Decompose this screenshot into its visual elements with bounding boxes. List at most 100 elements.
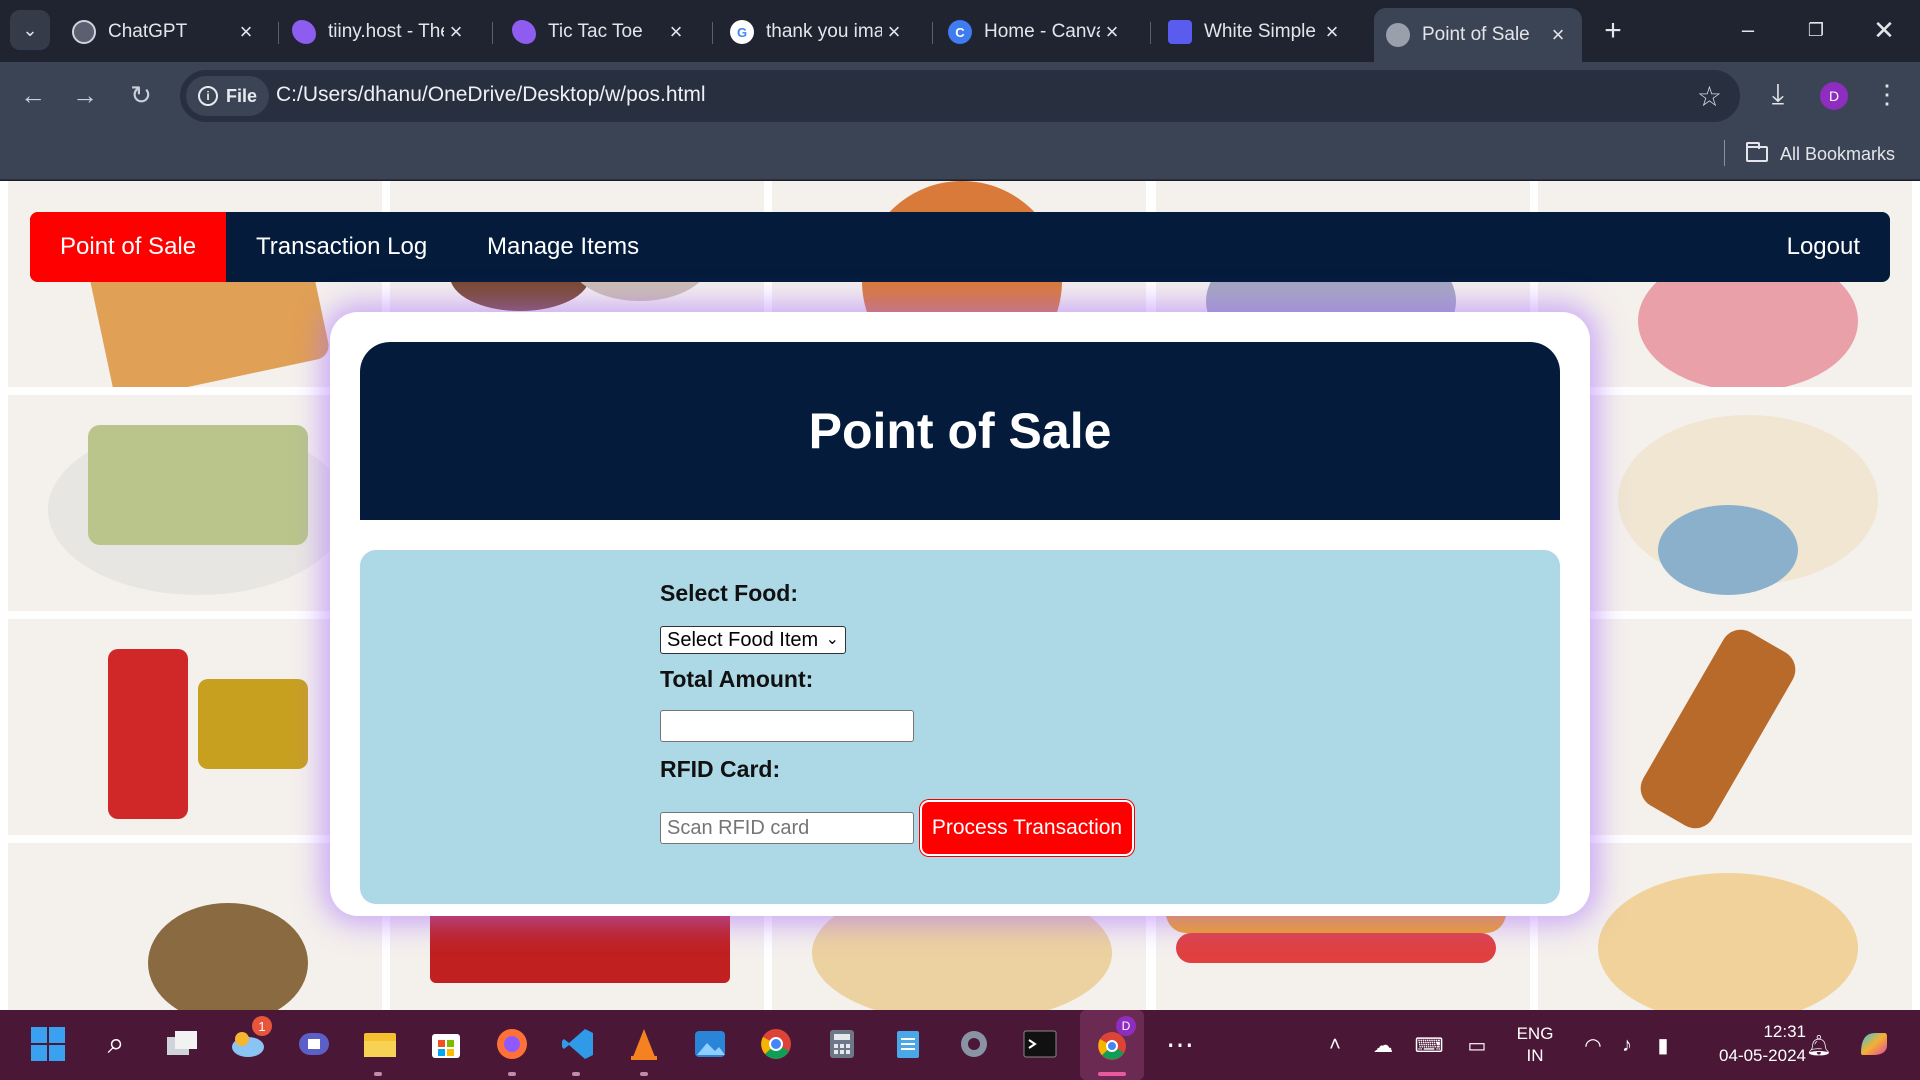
background-photo (8, 843, 382, 1010)
chrome-profile-icon[interactable]: D (1090, 1016, 1136, 1066)
profile-avatar[interactable]: D (1820, 82, 1848, 110)
close-icon[interactable]: × (1320, 19, 1344, 45)
notification-bell-icon[interactable]: 🔔︎ (1806, 1032, 1832, 1058)
tab-white-simple[interactable]: White Simple × (1156, 10, 1356, 54)
tab-title: Point of Sale (1422, 24, 1530, 45)
background-photo (8, 619, 382, 835)
close-icon[interactable]: × (234, 19, 258, 45)
running-indicator (508, 1072, 516, 1076)
window-close-icon[interactable]: ✕ (1856, 8, 1912, 52)
search-icon[interactable]: ⌕ (94, 1022, 138, 1066)
keyboard-icon[interactable]: ⌨ (1415, 1032, 1444, 1058)
terminal-icon[interactable] (1018, 1022, 1062, 1066)
onedrive-icon[interactable]: ☁ (1370, 1032, 1396, 1058)
file-explorer-icon[interactable] (358, 1022, 402, 1066)
photos-icon[interactable] (688, 1022, 732, 1066)
all-bookmarks-label: All Bookmarks (1780, 143, 1896, 164)
vscode-icon[interactable] (556, 1022, 600, 1066)
language-indicator[interactable]: ENG (1508, 1024, 1562, 1044)
chrome-icon[interactable] (754, 1022, 798, 1066)
forward-icon[interactable]: → (64, 74, 106, 116)
running-indicator (640, 1072, 648, 1076)
page-title: Point of Sale (808, 403, 1112, 459)
new-tab-icon[interactable]: + (1594, 12, 1632, 50)
logout-link[interactable]: Logout (1787, 212, 1860, 282)
tab-title: White Simple (1204, 21, 1316, 42)
tab-title: tiiny.host - The (328, 21, 444, 42)
tab-separator (492, 22, 493, 44)
tab-canva[interactable]: C Home - Canva × (936, 10, 1136, 54)
tab-title: Tic Tac Toe (548, 21, 643, 42)
vlc-icon[interactable] (622, 1022, 666, 1066)
close-icon[interactable]: × (1100, 19, 1124, 45)
tab-tiiny-host[interactable]: tiiny.host - The × (280, 10, 480, 54)
tab-thank-you[interactable]: G thank you ima × (718, 10, 918, 54)
teams-icon[interactable] (292, 1022, 336, 1066)
tab-chatgpt[interactable]: ChatGPT × (60, 10, 270, 54)
tiiny-host-icon (292, 20, 316, 44)
nav-point-of-sale[interactable]: Point of Sale (30, 212, 227, 282)
folder-icon (1746, 142, 1768, 162)
food-select[interactable]: Select Food Item ⌄ (660, 626, 846, 654)
rfid-input[interactable]: Scan RFID card (660, 812, 914, 844)
tab-tic-tac-toe[interactable]: Tic Tac Toe × (500, 10, 700, 54)
document-icon (1168, 20, 1192, 44)
tab-title: thank you ima (766, 21, 882, 42)
battery-icon[interactable]: ▮ (1650, 1032, 1676, 1058)
notification-badge: 1 (252, 1016, 272, 1036)
back-icon[interactable]: ← (12, 74, 54, 116)
url-text[interactable]: C:/Users/dhanu/OneDrive/Desktop/w/pos.ht… (276, 83, 706, 107)
canva-icon: C (948, 20, 972, 44)
openai-icon (72, 20, 96, 44)
address-bar[interactable]: i File C:/Users/dhanu/OneDrive/Desktop/w… (180, 70, 1740, 122)
microsoft-store-icon[interactable] (424, 1022, 468, 1066)
tab-separator (712, 22, 713, 44)
close-icon[interactable]: × (1546, 22, 1570, 48)
wifi-icon[interactable]: ◠ (1580, 1032, 1606, 1058)
more-icon[interactable]: ⋯ (1158, 1022, 1202, 1066)
tab-search-icon[interactable]: ⌄ (10, 10, 50, 50)
clock-time[interactable]: 12:31 (1696, 1022, 1806, 1042)
close-icon[interactable]: × (444, 19, 468, 45)
close-icon[interactable]: × (664, 19, 688, 45)
background-photo (8, 395, 382, 611)
reload-icon[interactable]: ↻ (120, 74, 162, 116)
all-bookmarks-button[interactable]: All Bookmarks (1746, 138, 1895, 170)
bookmark-star-icon[interactable]: ☆ (1697, 80, 1722, 113)
tab-point-of-sale[interactable]: Point of Sale × (1374, 8, 1582, 62)
nav-transaction-log[interactable]: Transaction Log (256, 212, 427, 282)
volume-icon[interactable]: ♪ (1614, 1032, 1640, 1058)
task-view-icon[interactable] (160, 1022, 204, 1066)
clock-date[interactable]: 04-05-2024 (1686, 1046, 1806, 1066)
calculator-icon[interactable] (820, 1022, 864, 1066)
background-photo (1538, 619, 1912, 835)
rfid-card-label: RFID Card: (660, 756, 781, 782)
copilot-icon[interactable] (1852, 1022, 1896, 1066)
process-transaction-button[interactable]: Process Transaction (920, 800, 1134, 856)
info-icon: i (198, 86, 218, 106)
chip-label: File (226, 85, 258, 106)
settings-icon[interactable] (952, 1022, 996, 1066)
top-navbar: Point of Sale Transaction Log Manage Ite… (30, 212, 1890, 282)
windows-start-icon[interactable] (26, 1022, 70, 1066)
site-info-chip[interactable]: i File (186, 76, 270, 116)
kebab-menu-icon[interactable]: ⋮ (1872, 76, 1902, 112)
tab-strip: ⌄ ChatGPT × tiiny.host - The × Tic Tac T… (0, 0, 1920, 62)
nav-manage-items[interactable]: Manage Items (487, 212, 639, 282)
page-viewport: Point of Sale Transaction Log Manage Ite… (0, 181, 1920, 1010)
active-indicator (1098, 1072, 1126, 1076)
notepad-icon[interactable] (886, 1022, 930, 1066)
pos-card: Point of Sale Select Food: Select Food I… (330, 312, 1590, 916)
widgets-icon[interactable]: 1 (226, 1016, 272, 1066)
chevron-up-icon[interactable]: ˄ (1322, 1032, 1348, 1058)
firefox-icon[interactable] (490, 1022, 534, 1066)
tab-separator (278, 22, 279, 44)
tablet-icon[interactable]: ▭ (1464, 1032, 1490, 1058)
minimize-icon[interactable]: – (1720, 8, 1776, 52)
pos-form: Select Food: Select Food Item ⌄ Total Am… (360, 550, 1560, 904)
download-icon[interactable]: ⤓ (1760, 76, 1796, 112)
restore-icon[interactable]: ❐ (1788, 8, 1844, 52)
bookmarks-bar: All Bookmarks (0, 128, 1920, 180)
close-icon[interactable]: × (882, 19, 906, 45)
total-amount-input[interactable] (660, 710, 914, 742)
